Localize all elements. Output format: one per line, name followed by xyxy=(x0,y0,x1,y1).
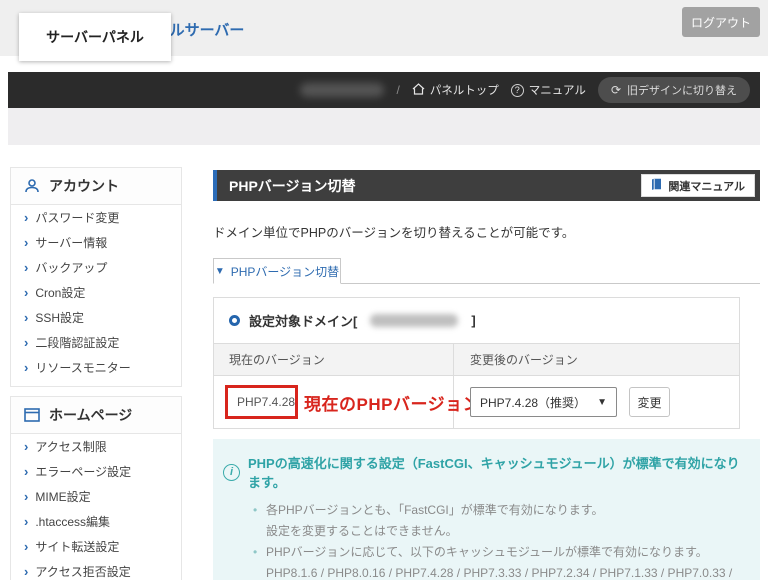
person-icon xyxy=(24,178,40,194)
chevron-right-icon: › xyxy=(24,335,29,350)
switch-old-design-label: 旧デザインに切り替え xyxy=(627,85,737,97)
infobox-line: 設定を変更することはできません。 xyxy=(266,524,458,538)
sidebar-item-label: パスワード変更 xyxy=(35,211,120,225)
switch-old-design-button[interactable]: ⟳ 旧デザインに切り替え xyxy=(597,77,750,103)
sidebar-item-label: Cron設定 xyxy=(35,286,86,300)
sidebar-item-label: MIME設定 xyxy=(35,490,91,504)
tab-row: ▼ PHPバージョン切替 xyxy=(213,258,760,284)
sidebar-item-label: .htaccess編集 xyxy=(35,515,111,529)
page-description: ドメイン単位でPHPのバージョンを切り替えることが可能です。 xyxy=(213,226,575,240)
chevron-right-icon: › xyxy=(24,285,29,300)
nav-manual-label: マニュアル xyxy=(528,85,586,97)
infobox-body: 各PHPバージョンとも、「FastCGI」が標準で有効になります。 設定を変更す… xyxy=(253,500,744,580)
sidebar-item-two-factor[interactable]: › 二段階認証設定 xyxy=(11,330,181,355)
chevron-right-icon: › xyxy=(24,310,29,325)
logout-button[interactable]: ログアウト xyxy=(682,7,760,37)
page-title: PHPバージョン切替 xyxy=(229,177,356,194)
sidebar-section-account: アカウント › パスワード変更 › サーバー情報 › バックアップ › Cron設定 ›… xyxy=(10,167,182,387)
server-panel-tab[interactable]: サーバーパネル xyxy=(19,13,171,61)
dark-navbar: / パネルトップ ? マニュアル ⟳ 旧デザインに切り替え xyxy=(8,72,760,108)
sidebar-item-label: エラーページ設定 xyxy=(35,465,132,479)
version-table-header: 現在のバージョン 変更後のバージョン xyxy=(214,343,739,376)
chevron-right-icon: › xyxy=(24,260,29,275)
chevron-right-icon: › xyxy=(24,360,29,375)
infobox-heading: PHPの高速化に関する設定（FastCGI、キャッシュモジュール）が標準で有効に… xyxy=(248,456,740,490)
col-current-version: 現在のバージョン xyxy=(229,353,325,367)
server-panel-page: Xserver レンタルサーバー ログアウト / パネルトップ ? マニュアル … xyxy=(0,0,768,580)
tab-php-version-switch[interactable]: ▼ PHPバージョン切替 xyxy=(213,258,341,284)
sidebar-item-ssh[interactable]: › SSH設定 xyxy=(11,305,181,330)
home-icon xyxy=(412,82,425,98)
chevron-right-icon: › xyxy=(24,514,29,529)
related-manual-label: 関連マニュアル xyxy=(668,180,745,193)
infobox-line: PHP8.1.6 / PHP8.0.16 / PHP7.4.28 / PHP7.… xyxy=(266,566,733,580)
chevron-right-icon: › xyxy=(24,235,29,250)
nav-panel-top-link[interactable]: パネルトップ xyxy=(412,82,499,98)
sidebar: アカウント › パスワード変更 › サーバー情報 › バックアップ › Cron設定 ›… xyxy=(10,167,182,580)
chevron-right-icon: › xyxy=(24,489,29,504)
php-version-select-value: PHP7.4.28（推奨） xyxy=(480,395,587,410)
nav-manual-link[interactable]: ? マニュアル xyxy=(510,82,586,98)
page-title-bar: PHPバージョン切替 関連マニュアル xyxy=(213,170,760,201)
sidebar-item-site-redirect[interactable]: › サイト転送設定 xyxy=(11,534,181,559)
settings-panel: 設定対象ドメイン[ ] 現在のバージョン 変更後のバージョン PHP7.4.28… xyxy=(213,297,740,429)
chevron-right-icon: › xyxy=(24,564,29,579)
tab-label: PHPバージョン切替 xyxy=(230,264,340,279)
infobox-bullet: PHPバージョンに応じて、以下のキャッシュモジュールが標準で有効になります。 xyxy=(253,542,744,563)
sidebar-item-resource-monitor[interactable]: › リソースモニター xyxy=(11,355,181,380)
related-manual-button[interactable]: 関連マニュアル xyxy=(641,174,755,197)
nav-separator: / xyxy=(396,83,400,97)
col-new-version: 変更後のバージョン xyxy=(470,353,578,367)
radio-ring-icon xyxy=(229,315,240,326)
sidebar-account-title: アカウント xyxy=(49,178,119,194)
subheader-band xyxy=(8,108,760,145)
sidebar-item-access-restriction[interactable]: › アクセス制限 xyxy=(11,434,181,459)
php-version-select[interactable]: PHP7.4.28（推奨） ▼ xyxy=(470,387,617,417)
browser-window-icon xyxy=(24,408,40,422)
chevron-right-icon: › xyxy=(24,464,29,479)
sidebar-item-label: リソースモニター xyxy=(35,361,131,375)
sidebar-item-label: アクセス制限 xyxy=(35,440,107,454)
sidebar-item-server-info[interactable]: › サーバー情報 xyxy=(11,230,181,255)
question-icon: ? xyxy=(510,83,524,97)
target-domain-row: 設定対象ドメイン[ ] xyxy=(214,298,739,343)
sidebar-item-mime[interactable]: › MIME設定 xyxy=(11,484,181,509)
sidebar-item-error-page[interactable]: › エラーページ設定 xyxy=(11,459,181,484)
info-icon: i xyxy=(223,463,240,481)
sidebar-homepage-title: ホームページ xyxy=(49,407,133,423)
target-domain-label: 設定対象ドメイン[ xyxy=(249,314,358,329)
sidebar-item-label: アクセス拒否設定 xyxy=(35,565,131,579)
current-version-value: PHP7.4.28 xyxy=(237,395,296,409)
target-domain-bracket-close: ] xyxy=(471,313,476,328)
chevron-right-icon: › xyxy=(24,439,29,454)
sidebar-item-backup[interactable]: › バックアップ xyxy=(11,255,181,280)
domain-name-redacted xyxy=(370,314,459,327)
nav-panel-top-label: パネルトップ xyxy=(429,85,499,97)
sidebar-account-header: アカウント xyxy=(11,168,181,205)
chevron-right-icon: › xyxy=(24,210,29,225)
sidebar-item-label: SSH設定 xyxy=(35,311,85,325)
version-table-row: PHP7.4.28 現在のPHPバージョン PHP7.4.28（推奨） ▼ 変更 xyxy=(214,376,739,428)
current-version-highlight-box: PHP7.4.28 xyxy=(225,385,299,419)
sidebar-item-cron[interactable]: › Cron設定 xyxy=(11,280,181,305)
chevron-down-icon: ▼ xyxy=(214,265,225,277)
change-button[interactable]: 変更 xyxy=(629,387,670,417)
sidebar-item-label: 二段階認証設定 xyxy=(35,336,120,350)
sidebar-section-homepage: ホームページ › アクセス制限 › エラーページ設定 › MIME設定 › .htacc… xyxy=(10,396,182,580)
infobox-bullet: 各PHPバージョンとも、「FastCGI」が標準で有効になります。 xyxy=(253,500,744,521)
sidebar-item-label: サーバー情報 xyxy=(35,236,108,250)
sidebar-item-label: サイト転送設定 xyxy=(35,540,120,554)
refresh-icon: ⟳ xyxy=(610,83,621,97)
php-acceleration-infobox: i PHPの高速化に関する設定（FastCGI、キャッシュモジュール）が標準で有… xyxy=(213,439,760,580)
account-name-redacted xyxy=(300,83,385,97)
main-content: PHPバージョン切替 関連マニュアル ドメイン単位でPHPのバージョンを切り替え… xyxy=(213,145,760,580)
chevron-right-icon: › xyxy=(24,539,29,554)
sidebar-item-access-deny[interactable]: › アクセス拒否設定 xyxy=(11,559,181,580)
sidebar-item-label: バックアップ xyxy=(35,261,108,275)
book-icon xyxy=(651,178,662,194)
sidebar-homepage-header: ホームページ xyxy=(11,397,181,434)
sidebar-item-password-change[interactable]: › パスワード変更 xyxy=(11,205,181,230)
sidebar-item-htaccess[interactable]: › .htaccess編集 xyxy=(11,509,181,534)
chevron-down-icon: ▼ xyxy=(597,396,607,408)
